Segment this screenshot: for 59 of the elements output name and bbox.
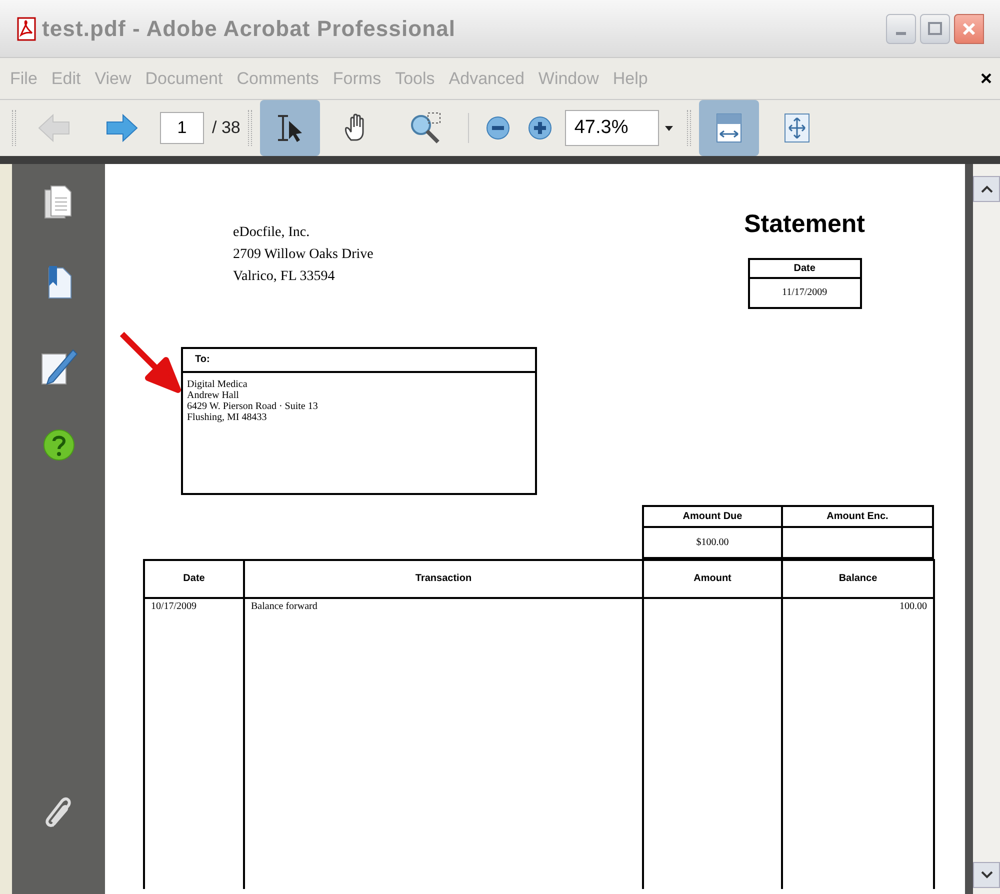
help-button[interactable] [42, 428, 76, 462]
menu-item[interactable]: Tools [389, 66, 441, 92]
recipient-address-line: Flushing, MI 48433 [187, 412, 268, 422]
menu-item[interactable]: Advanced [442, 66, 530, 92]
table-cell: 100.00 [900, 600, 927, 614]
zoom-out-icon [485, 115, 512, 141]
down-caret-icon [980, 871, 992, 879]
menu-item[interactable]: Document [139, 66, 229, 92]
menu-item[interactable]: File [4, 66, 44, 92]
menu-item[interactable]: Forms [326, 66, 388, 92]
back-arrow-icon [37, 113, 71, 143]
recipient-address-line: Digital Medica [187, 378, 248, 390]
select-tool-button[interactable] [260, 100, 320, 156]
scroll-up-button[interactable] [973, 176, 1000, 202]
column-header: Balance [783, 560, 933, 598]
pointer-arrow [118, 330, 182, 394]
zoom-field[interactable]: 47.3% [565, 110, 660, 146]
window-title: test.pdf - Adobe Acrobat Professional [42, 15, 456, 43]
close-button[interactable] [954, 14, 984, 44]
maximize-button[interactable] [920, 14, 950, 44]
scroll-down-button[interactable] [973, 862, 1000, 888]
pdf-icon [16, 16, 38, 40]
sender-address-line: eDocfile, Inc. [233, 224, 311, 242]
fit-page-icon [783, 112, 812, 144]
page-total-label: / 38 [212, 117, 240, 140]
table-cell-text: 10/17/2009 [151, 600, 198, 614]
recipient-address-line: 6429 W. Pierson Road · Suite 13 [187, 400, 319, 412]
up-caret-icon [980, 185, 992, 193]
minimize-button[interactable] [886, 14, 916, 44]
menu-item[interactable]: Window [532, 66, 605, 92]
sender-address-line: 2709 Willow Oaks Drive [233, 246, 374, 264]
help-icon [42, 428, 76, 462]
amount-header: Amount Enc. [783, 506, 932, 528]
amount-value: $100.00 [644, 528, 783, 556]
close-document-button[interactable]: × [980, 64, 992, 94]
column-header: Transaction [245, 560, 644, 598]
maximize-icon [928, 22, 942, 35]
minimize-icon [896, 32, 906, 34]
page-number-field[interactable]: 1 [160, 112, 204, 144]
menu-item[interactable]: Edit [45, 66, 87, 92]
statement-title: Statement [744, 209, 865, 240]
close-icon [962, 22, 976, 36]
column-header: Date [145, 560, 245, 598]
table-cell-text: Balance forward [251, 600, 318, 614]
recipient-label: To: [183, 348, 535, 372]
menu-item[interactable]: Comments [230, 66, 325, 92]
zoom-in-icon [527, 115, 554, 141]
menu-item[interactable]: View [88, 66, 138, 92]
fit-width-button[interactable] [699, 100, 760, 156]
date-value: 11/17/2009 [780, 286, 828, 300]
amount-header: Amount Due [644, 506, 783, 528]
recipient-address-line: Andrew Hall [187, 390, 240, 400]
dropdown-caret-icon [665, 126, 674, 130]
date-label: Date [750, 260, 860, 278]
forward-arrow-icon [105, 113, 139, 143]
column-header: Amount [644, 560, 783, 598]
fit-width-icon [715, 112, 744, 144]
sender-address-line: Valrico, FL 33594 [233, 268, 336, 286]
menu-item[interactable]: Help [606, 66, 654, 92]
